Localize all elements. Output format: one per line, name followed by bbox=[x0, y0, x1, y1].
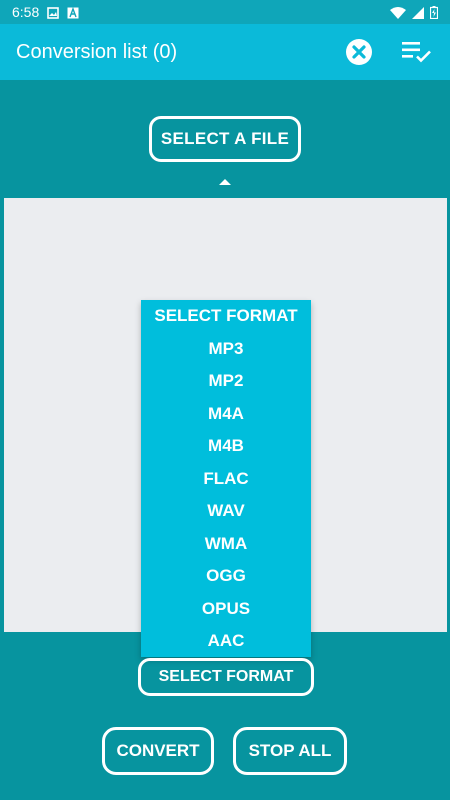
wifi-icon bbox=[390, 6, 406, 19]
dropdown-item-mp3[interactable]: MP3 bbox=[141, 333, 311, 366]
dropdown-item-wma[interactable]: WMA bbox=[141, 528, 311, 561]
dropdown-item-flac[interactable]: FLAC bbox=[141, 463, 311, 496]
a-icon bbox=[67, 6, 79, 19]
clear-list-button[interactable] bbox=[342, 35, 376, 69]
caret-up-icon bbox=[219, 179, 231, 185]
dropdown-item-m4a[interactable]: M4A bbox=[141, 398, 311, 431]
checklist-icon bbox=[402, 42, 431, 63]
dropdown-item-wav[interactable]: WAV bbox=[141, 495, 311, 528]
status-time: 6:58 bbox=[12, 4, 40, 20]
dropdown-item-select-format[interactable]: SELECT FORMAT bbox=[141, 300, 311, 333]
battery-icon bbox=[429, 5, 439, 19]
status-right bbox=[390, 5, 439, 19]
stop-all-button[interactable]: STOP ALL bbox=[233, 727, 347, 775]
app-bar: Conversion list (0) bbox=[0, 24, 450, 80]
convert-button[interactable]: CONVERT bbox=[102, 727, 214, 775]
checklist-button[interactable] bbox=[400, 35, 434, 69]
clear-icon bbox=[346, 39, 372, 65]
signal-icon bbox=[412, 6, 424, 19]
status-left: 6:58 bbox=[12, 4, 79, 20]
format-dropdown: SELECT FORMAT MP3 MP2 M4A M4B FLAC WAV W… bbox=[141, 300, 311, 657]
dropdown-item-aac[interactable]: AAC bbox=[141, 625, 311, 658]
dropdown-item-m4b[interactable]: M4B bbox=[141, 430, 311, 463]
status-bar: 6:58 bbox=[0, 0, 450, 24]
select-file-button[interactable]: SELECT A FILE bbox=[149, 116, 301, 162]
app-actions bbox=[342, 35, 434, 69]
dropdown-item-mp2[interactable]: MP2 bbox=[141, 365, 311, 398]
image-icon bbox=[47, 6, 60, 19]
page-title: Conversion list (0) bbox=[16, 40, 178, 63]
dropdown-item-opus[interactable]: OPUS bbox=[141, 593, 311, 626]
dropdown-item-ogg[interactable]: OGG bbox=[141, 560, 311, 593]
select-format-button[interactable]: SELECT FORMAT bbox=[138, 658, 314, 696]
